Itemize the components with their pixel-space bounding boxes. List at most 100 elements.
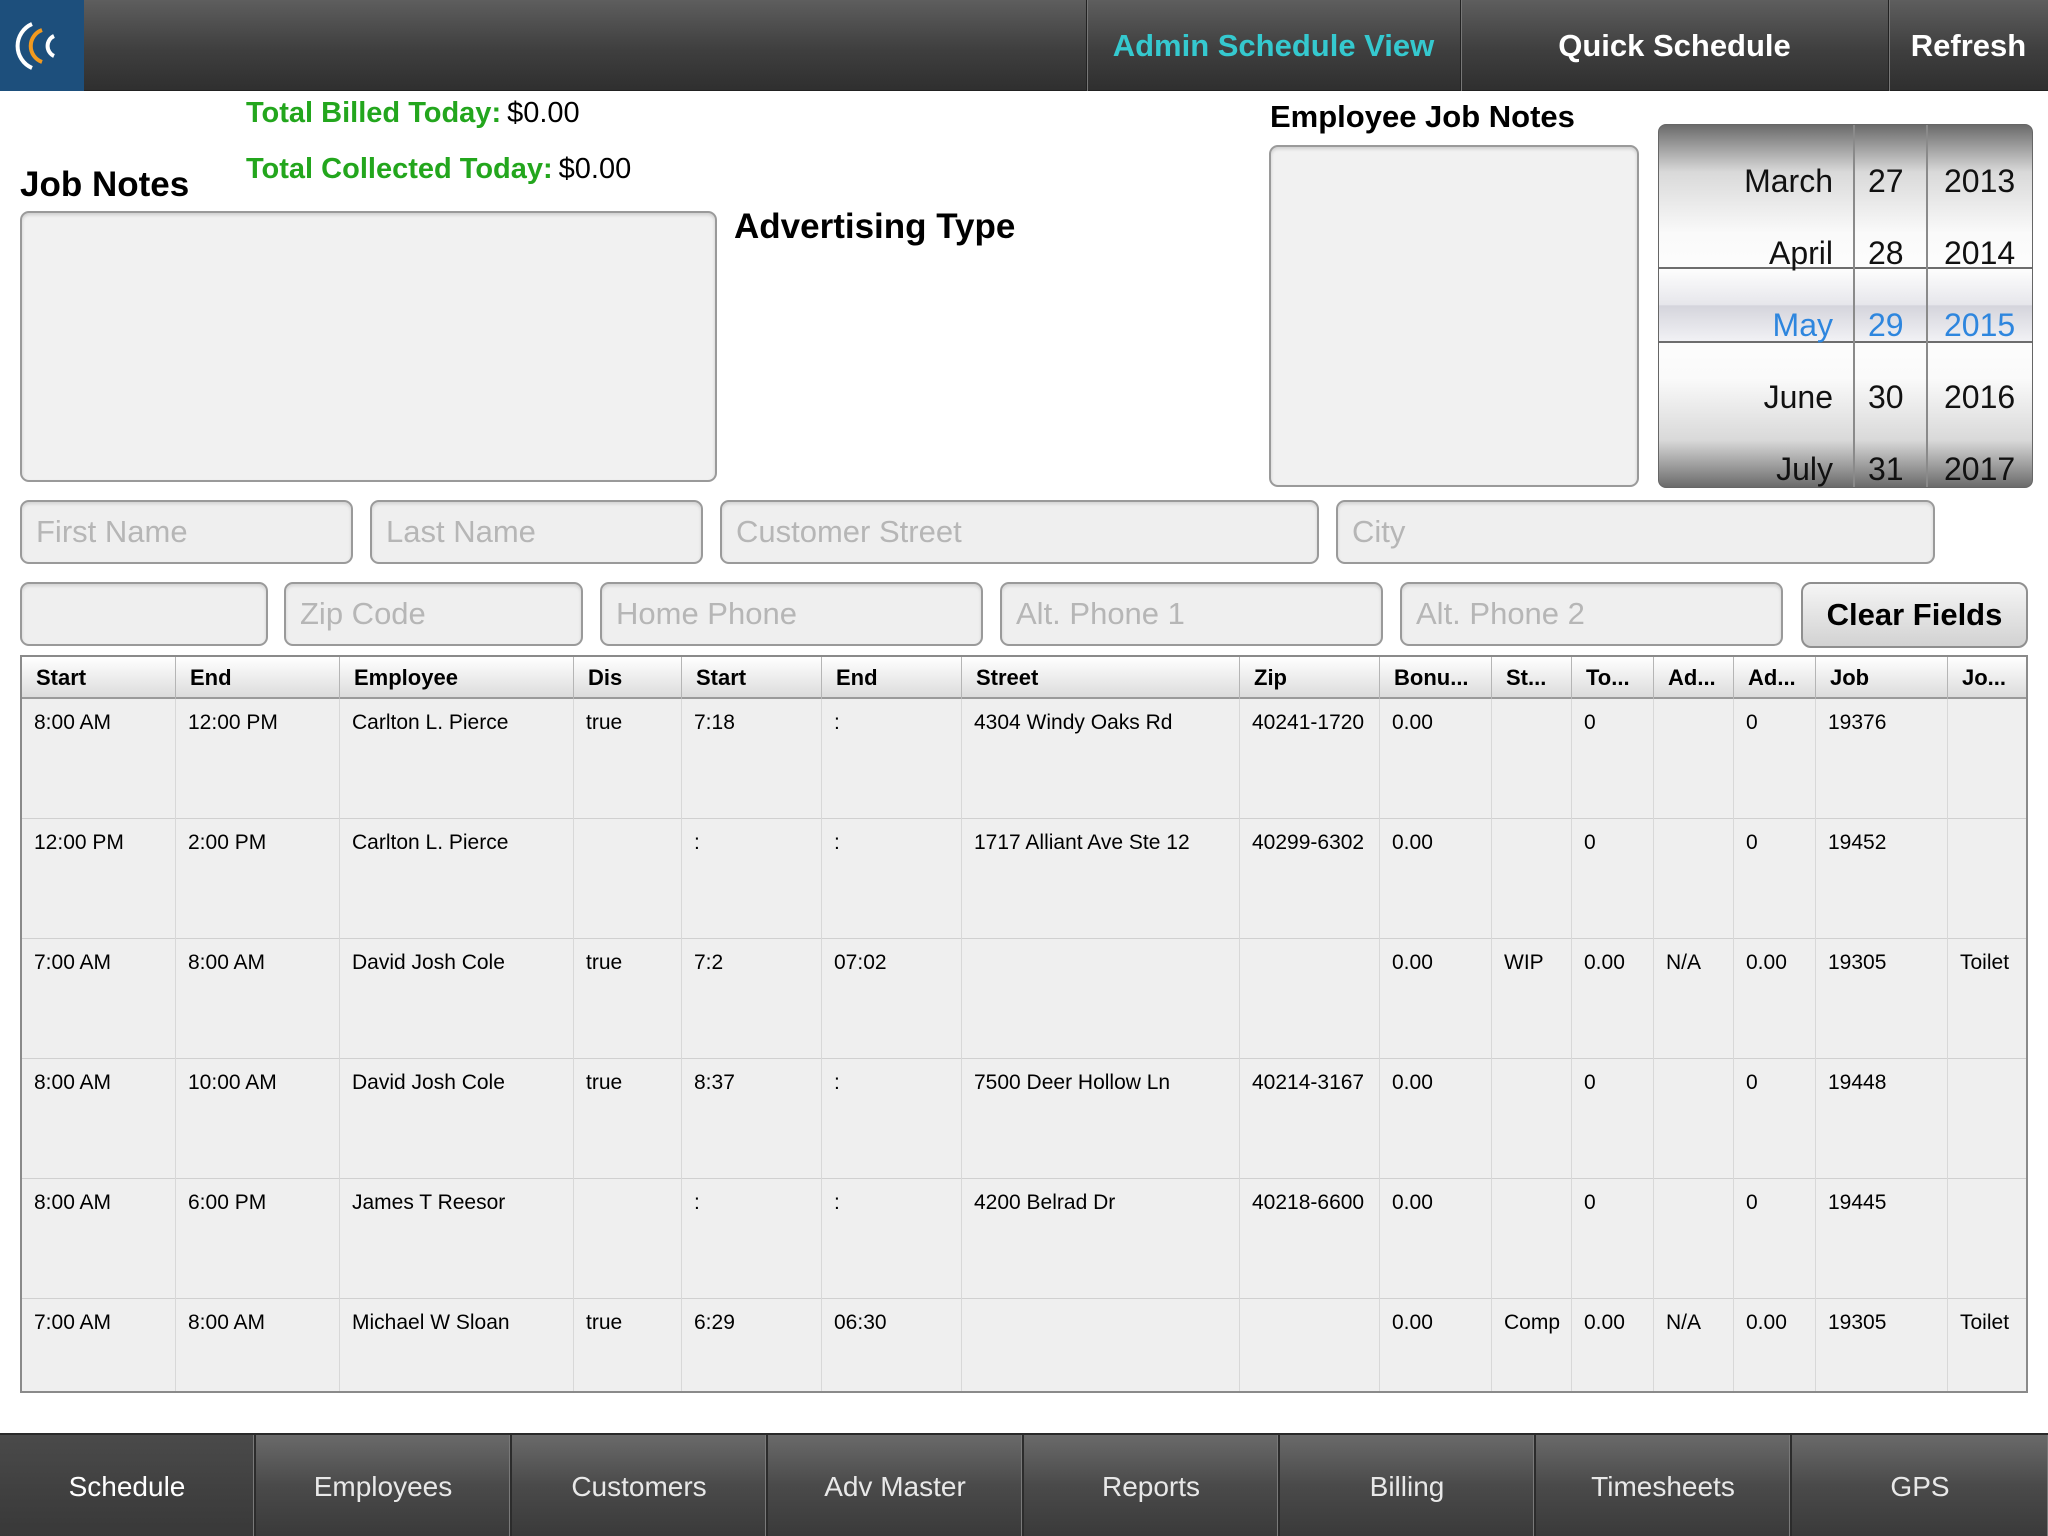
cell-zip: 40241-1720 <box>1240 699 1380 819</box>
employee-job-notes-textarea[interactable] <box>1269 145 1639 487</box>
cell-bonus: 0.00 <box>1380 939 1492 1059</box>
cell-employee: Carlton L. Pierce <box>340 819 574 939</box>
top-navigation-bar: Admin Schedule View Quick Schedule Refre… <box>0 0 2048 91</box>
column-header-dis[interactable]: Dis <box>574 657 682 699</box>
month-wheel[interactable]: March April May June July <box>1659 125 1853 487</box>
table-row[interactable]: 8:00 AM 6:00 PM James T Reesor::4200 Belra… <box>22 1179 2026 1299</box>
day-option-selected[interactable]: 29 <box>1868 289 1904 361</box>
column-header-street[interactable]: Street <box>962 657 1240 699</box>
zip-code-input[interactable] <box>284 582 583 646</box>
table-row[interactable]: 7:00 AM 8:00 AM David Josh Cole true 7:2 07:0… <box>22 939 2026 1059</box>
refresh-button[interactable]: Refresh <box>1888 0 2048 91</box>
cell-ad-2: 0 <box>1734 1179 1816 1299</box>
cell-zip <box>1240 939 1380 1059</box>
last-name-input[interactable] <box>370 500 703 564</box>
cell-status: WIP <box>1492 939 1572 1059</box>
tab-employees[interactable]: Employees <box>256 1435 512 1536</box>
day-option[interactable]: 27 <box>1868 145 1904 217</box>
job-notes-textarea[interactable] <box>20 211 717 482</box>
tab-billing[interactable]: Billing <box>1280 1435 1536 1536</box>
cell-total: 0 <box>1572 1059 1654 1179</box>
cell-actual-start: : <box>682 819 822 939</box>
advertising-type-title: Advertising Type <box>734 207 1016 246</box>
cell-actual-end: : <box>822 699 962 819</box>
clear-fields-button[interactable]: Clear Fields <box>1801 582 2028 648</box>
cell-job-type: Toilet <box>1948 939 2026 1059</box>
year-option[interactable]: 2017 <box>1944 433 2015 487</box>
column-header-status[interactable]: St... <box>1492 657 1572 699</box>
first-name-input[interactable] <box>20 500 353 564</box>
year-option-selected[interactable]: 2015 <box>1944 289 2015 361</box>
alt-phone-2-input[interactable] <box>1400 582 1783 646</box>
quick-schedule-button[interactable]: Quick Schedule <box>1460 0 1888 91</box>
column-header-zip[interactable]: Zip <box>1240 657 1380 699</box>
admin-schedule-view-button[interactable]: Admin Schedule View <box>1086 0 1460 91</box>
year-wheel[interactable]: 2013 2014 2015 2016 2017 <box>1926 125 2032 487</box>
column-header-job-type[interactable]: Jo... <box>1948 657 2026 699</box>
cell-ad-1 <box>1654 819 1734 939</box>
month-option[interactable]: April <box>1769 217 1833 289</box>
cell-ad-2: 0 <box>1734 699 1816 819</box>
column-header-job[interactable]: Job <box>1816 657 1948 699</box>
tab-gps[interactable]: GPS <box>1792 1435 2048 1536</box>
bottom-tab-bar: Schedule Employees Customers Adv Master … <box>0 1433 2048 1536</box>
day-option[interactable]: 28 <box>1868 217 1904 289</box>
cell-dis <box>574 819 682 939</box>
column-header-actual-end[interactable]: End <box>822 657 962 699</box>
table-row[interactable]: 7:00 AM 8:00 AM Michael W Sloan true 6:29 06:… <box>22 1299 2026 1391</box>
table-row[interactable]: 8:00 AM 10:00 AM David Josh Cole true 8:37:7… <box>22 1059 2026 1179</box>
column-header-start[interactable]: Start <box>22 657 176 699</box>
cell-end: 12:00 PM <box>176 699 340 819</box>
state-input[interactable] <box>20 582 268 646</box>
month-option[interactable]: March <box>1744 145 1833 217</box>
cell-actual-start: 6:29 <box>682 1299 822 1391</box>
cell-status <box>1492 1179 1572 1299</box>
cell-zip: 40214-3167 <box>1240 1059 1380 1179</box>
cell-street <box>962 1299 1240 1391</box>
month-option[interactable]: July <box>1776 433 1833 487</box>
tab-timesheets[interactable]: Timesheets <box>1536 1435 1792 1536</box>
cell-ad-2: 0.00 <box>1734 1299 1816 1391</box>
year-option[interactable]: 2014 <box>1944 217 2015 289</box>
cell-job-type <box>1948 819 2026 939</box>
cell-employee: David Josh Cole <box>340 939 574 1059</box>
cell-total: 0 <box>1572 699 1654 819</box>
column-header-end[interactable]: End <box>176 657 340 699</box>
day-option[interactable]: 30 <box>1868 361 1904 433</box>
column-header-ad-2[interactable]: Ad... <box>1734 657 1816 699</box>
year-option[interactable]: 2013 <box>1944 145 2015 217</box>
cell-job: 19452 <box>1816 819 1948 939</box>
column-header-total[interactable]: To... <box>1572 657 1654 699</box>
tab-schedule[interactable]: Schedule <box>0 1435 256 1536</box>
cell-total: 0.00 <box>1572 1299 1654 1391</box>
cell-start: 7:00 AM <box>22 1299 176 1391</box>
tab-customers[interactable]: Customers <box>512 1435 768 1536</box>
tab-adv-master[interactable]: Adv Master <box>768 1435 1024 1536</box>
column-header-bonus[interactable]: Bonu... <box>1380 657 1492 699</box>
column-header-actual-start[interactable]: Start <box>682 657 822 699</box>
table-row[interactable]: 8:00 AM 12:00 PM Carlton L. Pierce true 7:18… <box>22 699 2026 819</box>
customer-street-input[interactable] <box>720 500 1319 564</box>
cell-employee: Michael W Sloan <box>340 1299 574 1391</box>
column-header-ad-1[interactable]: Ad... <box>1654 657 1734 699</box>
day-option[interactable]: 31 <box>1868 433 1904 487</box>
year-option[interactable]: 2016 <box>1944 361 2015 433</box>
date-picker[interactable]: March April May June July 27 28 29 30 31… <box>1658 124 2033 488</box>
column-header-employee[interactable]: Employee <box>340 657 574 699</box>
cell-job: 19445 <box>1816 1179 1948 1299</box>
tab-reports[interactable]: Reports <box>1024 1435 1280 1536</box>
cell-bonus: 0.00 <box>1380 1179 1492 1299</box>
job-notes-title: Job Notes <box>20 165 190 204</box>
month-option-selected[interactable]: May <box>1773 289 1833 361</box>
day-wheel[interactable]: 27 28 29 30 31 <box>1853 125 1926 487</box>
employee-job-notes-title: Employee Job Notes <box>1270 99 1575 134</box>
cell-job-type <box>1948 1059 2026 1179</box>
month-option[interactable]: June <box>1764 361 1833 433</box>
table-row[interactable]: 12:00 PM 2:00 PM Carlton L. Pierce::1717 A… <box>22 819 2026 939</box>
alt-phone-1-input[interactable] <box>1000 582 1383 646</box>
cell-end: 2:00 PM <box>176 819 340 939</box>
cell-job: 19376 <box>1816 699 1948 819</box>
cell-actual-end: : <box>822 819 962 939</box>
home-phone-input[interactable] <box>600 582 983 646</box>
city-input[interactable] <box>1336 500 1935 564</box>
